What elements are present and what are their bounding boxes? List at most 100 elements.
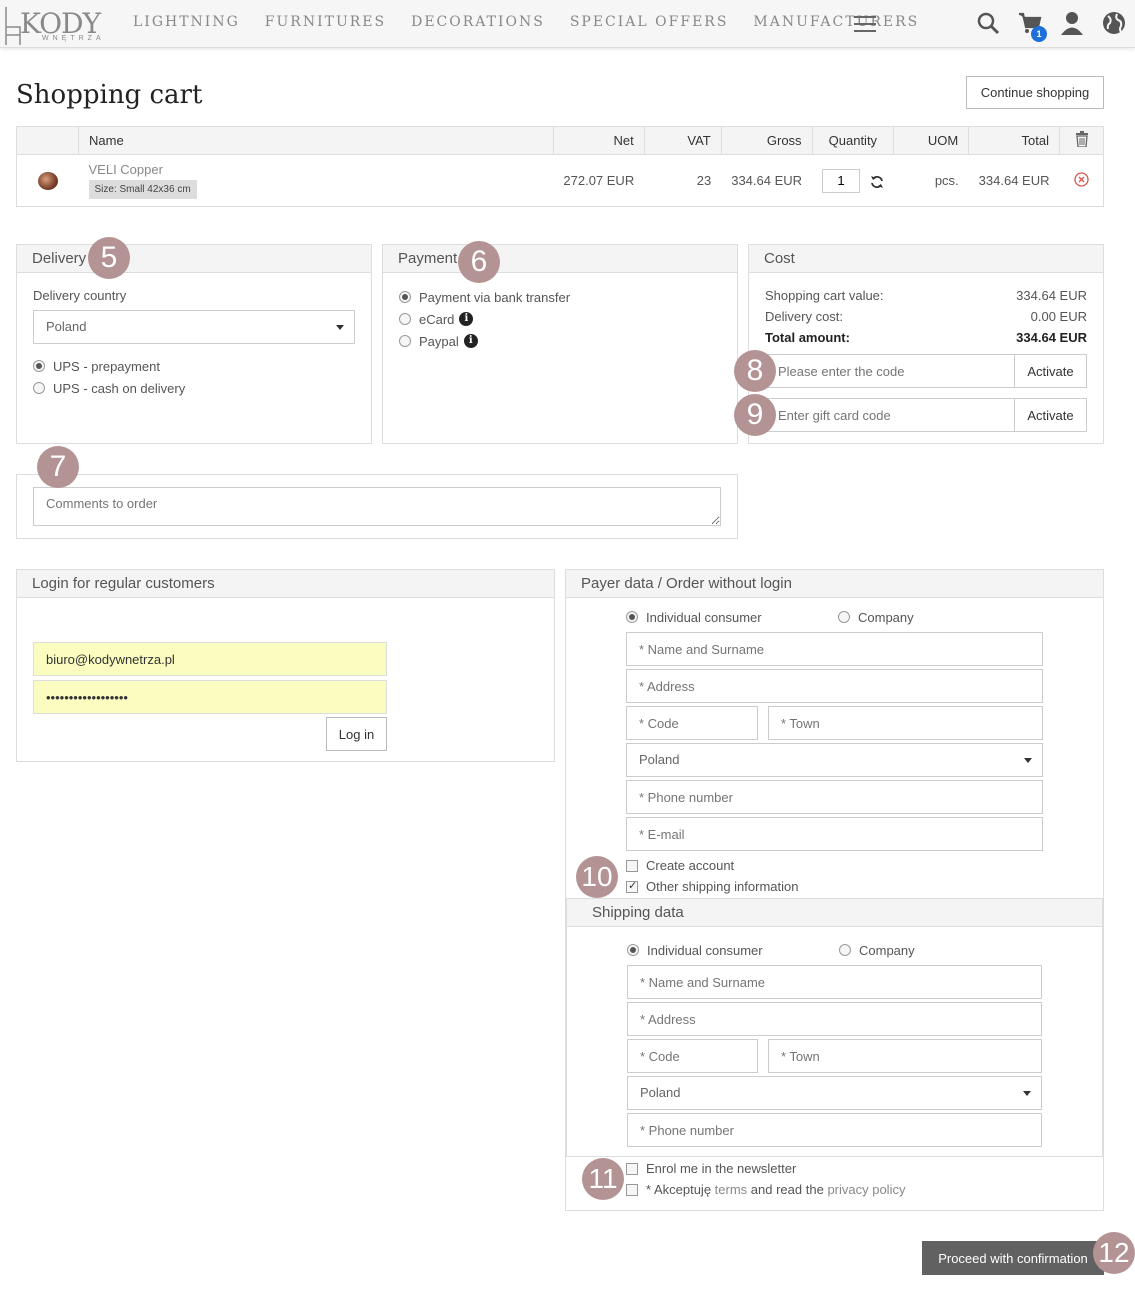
product-total: 334.64 EUR: [978, 173, 1050, 188]
product-uom: pcs.: [934, 173, 959, 188]
quantity-input[interactable]: [822, 168, 861, 193]
payment-option-paypal[interactable]: Paypal i: [399, 330, 721, 352]
delivery-option-label: UPS - prepayment: [53, 358, 160, 374]
delivery-country-value: Poland: [46, 319, 87, 334]
shipping-type-radio[interactable]: [839, 944, 851, 956]
payer-address-input[interactable]: [626, 669, 1043, 703]
payer-code-town-row: [626, 706, 1043, 740]
nav-item-special-offers[interactable]: SPECIAL OFFERS: [570, 14, 729, 30]
login-panel: Login for regular customers Log in: [16, 569, 555, 762]
payer-individual-option[interactable]: Individual consumer: [626, 606, 838, 628]
gift-card-input[interactable]: [766, 399, 1014, 431]
payment-option-bank-transfer[interactable]: Payment via bank transfer: [399, 286, 721, 308]
create-account-checkbox[interactable]: [626, 859, 638, 872]
newsletter-checkbox[interactable]: [626, 1162, 638, 1175]
activate-gift-card-button[interactable]: Activate: [1014, 399, 1086, 431]
cost-title: Cost: [749, 245, 1103, 273]
delivery-country-select[interactable]: Poland: [33, 310, 355, 344]
user-icon[interactable]: [1059, 10, 1085, 36]
col-uom: UOM: [893, 126, 970, 155]
cart-icon[interactable]: 1: [1017, 10, 1047, 42]
col-gross: Gross: [721, 126, 813, 155]
shipping-town-input[interactable]: [768, 1039, 1042, 1073]
info-icon[interactable]: i: [459, 312, 474, 326]
product-name-link[interactable]: VELI Copper: [89, 162, 544, 177]
delivery-cost-row: Delivery cost: 0.00 EUR: [765, 309, 1087, 330]
comments-textarea[interactable]: [33, 487, 721, 526]
payer-type-radio[interactable]: [626, 611, 638, 623]
payment-option-ecard[interactable]: eCard i: [399, 308, 721, 330]
delivery-option-label: UPS - cash on delivery: [53, 380, 186, 396]
nav-item-furnitures[interactable]: FURNITURES: [265, 14, 386, 30]
payer-town-input[interactable]: [768, 706, 1043, 740]
payment-radio[interactable]: [399, 335, 411, 347]
delivery-option-ups-prepayment[interactable]: UPS - prepayment: [33, 355, 355, 377]
other-shipping-option[interactable]: Other shipping information: [626, 876, 1043, 897]
payer-company-option[interactable]: Company: [838, 606, 914, 628]
shipping-individual-option[interactable]: Individual consumer: [627, 939, 839, 961]
shipping-address-input[interactable]: [627, 1002, 1042, 1036]
nav-item-decorations[interactable]: DECORATIONS: [411, 14, 545, 30]
payer-country-value: Poland: [639, 752, 680, 767]
newsletter-option[interactable]: Enrol me in the newsletter: [626, 1158, 1046, 1179]
discount-code-input[interactable]: [766, 355, 1014, 387]
login-email-input[interactable]: [33, 642, 387, 676]
annotation-badge-11: 11: [582, 1158, 624, 1200]
payer-email-input[interactable]: [626, 817, 1043, 851]
refresh-icon[interactable]: [870, 175, 884, 189]
globe-icon[interactable]: [1101, 10, 1127, 36]
trash-icon[interactable]: [1075, 131, 1089, 148]
discount-code-group: Activate: [765, 354, 1087, 388]
create-account-option[interactable]: Create account: [626, 855, 1043, 876]
product-vat: 23: [696, 173, 712, 188]
delivery-option-ups-cod[interactable]: UPS - cash on delivery: [33, 377, 355, 399]
cart-count-badge: 1: [1031, 26, 1047, 42]
shipping-company-option[interactable]: Company: [839, 939, 915, 961]
col-vat: VAT: [644, 126, 722, 155]
other-shipping-checkbox[interactable]: [626, 879, 638, 893]
info-icon[interactable]: i: [463, 334, 478, 348]
product-quantity-cell: [812, 155, 894, 207]
login-password-input[interactable]: [33, 680, 387, 714]
shipping-name-input[interactable]: [627, 965, 1042, 999]
payer-country-select[interactable]: Poland: [626, 743, 1043, 777]
login-button[interactable]: Log in: [326, 717, 387, 751]
shipping-phone-input[interactable]: [627, 1113, 1042, 1147]
terms-checkbox[interactable]: [626, 1183, 638, 1196]
terms-option[interactable]: * Akceptuję terms and read the privacy p…: [626, 1179, 1046, 1200]
delivery-radio[interactable]: [33, 382, 45, 394]
col-name: Name: [78, 126, 554, 155]
privacy-policy-link[interactable]: privacy policy: [827, 1182, 905, 1197]
total-amount-value: 334.64 EUR: [1016, 330, 1087, 345]
continue-shopping-button[interactable]: Continue shopping: [966, 76, 1104, 109]
shipping-company-label: Company: [859, 942, 915, 958]
search-icon[interactable]: [975, 10, 1001, 36]
payer-phone-input[interactable]: [626, 780, 1043, 814]
delivery-radio[interactable]: [33, 360, 45, 372]
payer-name-input[interactable]: [626, 632, 1043, 666]
product-thumbnail[interactable]: [37, 171, 58, 190]
agreements-group: Enrol me in the newsletter * Akceptuję t…: [626, 1158, 1046, 1200]
payment-title: Payment: [383, 245, 737, 273]
proceed-confirmation-button[interactable]: Proceed with confirmation: [922, 1241, 1104, 1275]
nav-item-manufacturers[interactable]: MANUFACTURERS: [753, 14, 919, 30]
payment-radio[interactable]: [399, 313, 411, 325]
nav-item-lightning[interactable]: LIGHTNING: [133, 14, 240, 30]
payment-radio[interactable]: [399, 291, 411, 303]
delivery-cost-label: Delivery cost:: [765, 309, 844, 324]
shipping-code-input[interactable]: [627, 1039, 758, 1073]
other-shipping-label: Other shipping information: [646, 879, 799, 894]
payer-code-input[interactable]: [626, 706, 758, 740]
site-logo[interactable]: KODY WNĘTRZA: [2, 5, 102, 45]
comments-panel: [16, 474, 738, 539]
chevron-down-icon: [1023, 1091, 1031, 1096]
payer-type-radio[interactable]: [838, 611, 850, 623]
shipping-country-value: Poland: [640, 1085, 681, 1100]
terms-link[interactable]: terms: [715, 1182, 748, 1197]
activate-discount-button[interactable]: Activate: [1014, 355, 1086, 387]
remove-item-icon[interactable]: [1074, 171, 1089, 187]
shipping-country-select[interactable]: Poland: [627, 1076, 1042, 1110]
hamburger-menu-icon[interactable]: [854, 16, 876, 32]
total-amount-label: Total amount:: [765, 330, 850, 345]
shipping-type-radio[interactable]: [627, 944, 639, 956]
